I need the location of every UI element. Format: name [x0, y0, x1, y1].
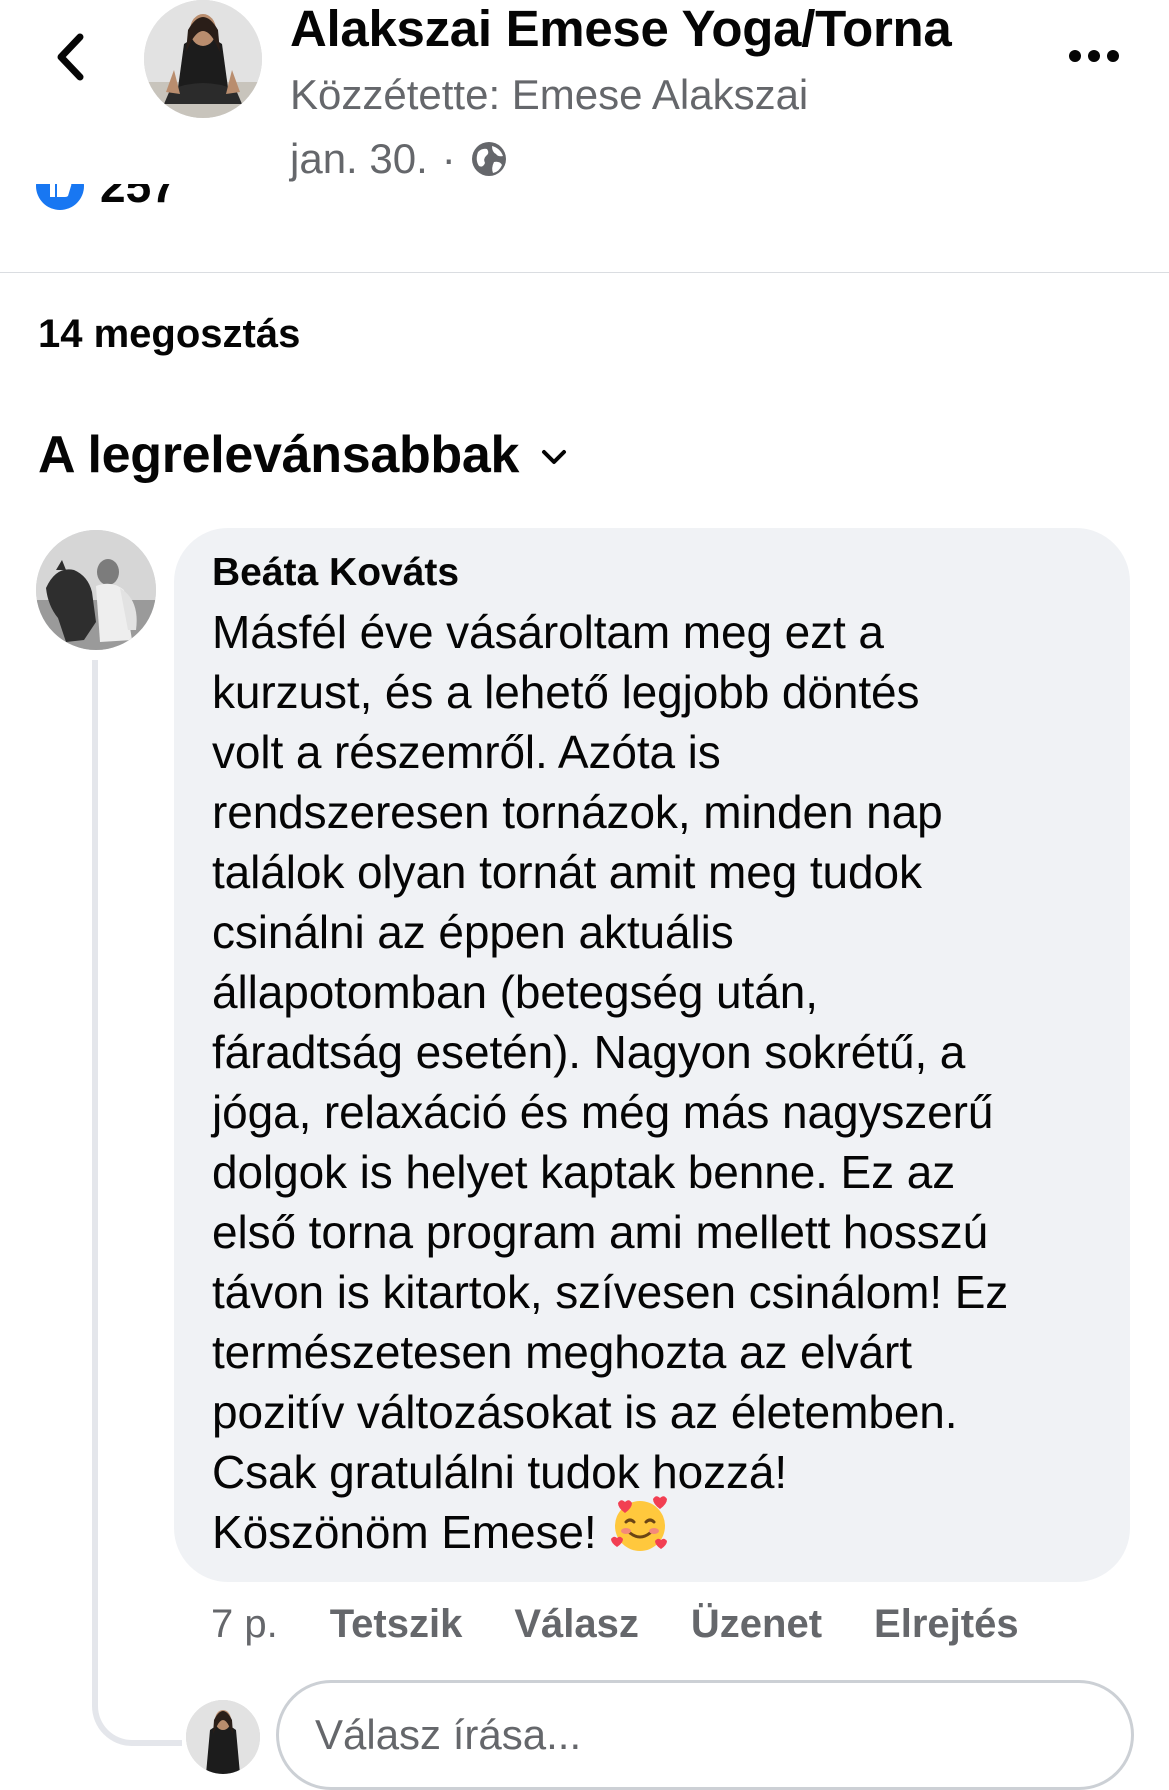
comment-body: Másfél éve vásároltam meg ezt a kurzust,… — [212, 606, 1009, 1558]
reaction-count: 257 — [100, 184, 177, 212]
reply-avatar — [186, 1700, 260, 1774]
comment-sort-dropdown[interactable]: A legrelevánsabbak — [38, 424, 567, 486]
post-header: Alakszai Emese Yoga/Torna Közzétette: Em… — [0, 0, 1169, 273]
like-icon — [36, 184, 84, 210]
post-date[interactable]: jan. 30. — [290, 134, 428, 184]
chevron-down-icon — [542, 450, 567, 464]
back-button[interactable] — [40, 22, 100, 92]
hide-button[interactable]: Elrejtés — [874, 1596, 1019, 1652]
page-avatar[interactable] — [144, 0, 262, 118]
reply-button[interactable]: Válasz — [514, 1596, 639, 1652]
commenter-name[interactable]: Beáta Kováts — [212, 550, 459, 596]
more-horizontal-icon — [1069, 50, 1119, 62]
message-button[interactable]: Üzenet — [691, 1596, 822, 1652]
comment-text: Másfél éve vásároltam meg ezt a kurzust,… — [212, 602, 1102, 1569]
chevron-left-icon — [57, 33, 84, 81]
globe-icon — [471, 142, 506, 176]
author-line: Közzétette: Emese Alakszai — [290, 71, 809, 118]
reply-thread-line — [92, 660, 182, 1746]
page-name[interactable]: Alakszai Emese Yoga/Torna — [290, 0, 952, 58]
share-count[interactable]: 14 megosztás — [38, 310, 300, 358]
comment-time[interactable]: 7 p. — [211, 1596, 278, 1652]
commenter-avatar[interactable] — [36, 530, 156, 650]
reply-input[interactable]: Válasz írása... — [276, 1680, 1134, 1790]
post-meta: jan. 30. · — [290, 134, 508, 184]
more-options-button[interactable] — [1059, 34, 1129, 78]
comment-bubble: Beáta Kováts Másfél éve vásároltam meg e… — [174, 528, 1130, 1582]
comment-actions: 7 p. Tetszik Válasz Üzenet Elrejtés — [211, 1596, 1071, 1652]
sort-label: A legrelevánsabbak — [38, 426, 520, 484]
smiling-face-with-hearts-icon — [609, 1493, 671, 1569]
reaction-summary[interactable]: 257 — [36, 184, 336, 240]
like-button[interactable]: Tetszik — [330, 1596, 463, 1652]
meta-separator: · — [441, 135, 456, 182]
